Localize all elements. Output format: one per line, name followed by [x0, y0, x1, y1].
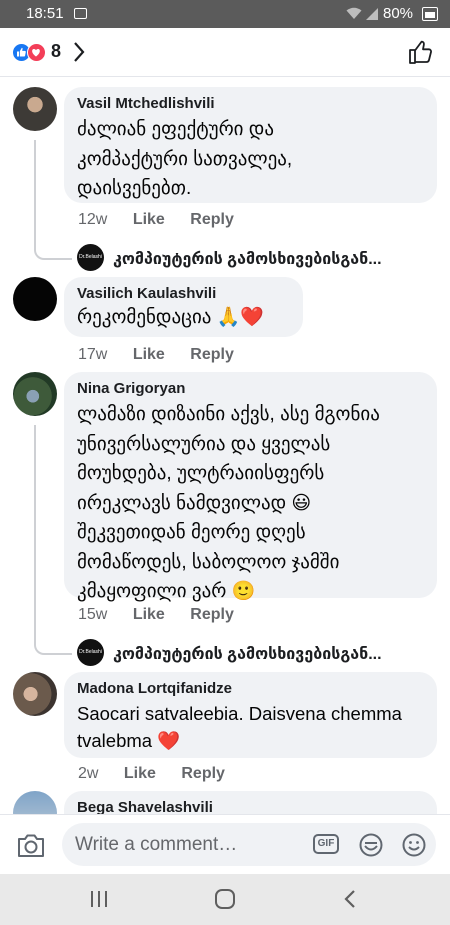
comment-bubble: Vasilich Kaulashvili რეკომენდაცია 🙏❤️	[64, 277, 303, 337]
comment-actions: 2w Like Reply	[78, 765, 246, 783]
gif-icon[interactable]: GIF	[313, 834, 339, 854]
like-button[interactable]: Like	[133, 211, 165, 228]
comment-age: 17w	[78, 346, 108, 363]
battery-icon	[422, 7, 438, 21]
wifi-icon	[346, 7, 362, 19]
comment-text: რეკომენდაცია 🙏❤️	[77, 303, 291, 333]
comment-actions: 17w Like Reply	[78, 346, 255, 364]
thread-line	[34, 425, 72, 655]
camera-icon[interactable]	[16, 833, 46, 859]
avatar[interactable]	[13, 672, 57, 716]
comment-line: მომაწოდეს, საბოლოო ჯამში	[77, 551, 340, 573]
page-reply-name[interactable]: კომპიუტერის გამოსხივებისგან...	[113, 644, 382, 664]
comment-actions: 12w Like Reply	[78, 211, 255, 229]
page-avatar[interactable]: Dr.Belashi	[77, 639, 104, 666]
comment-line: უნივერსალურია და ყველას	[77, 433, 331, 455]
avatar[interactable]	[13, 87, 57, 131]
comment-line: ირეკლავს ნამდვილად 😃	[77, 492, 312, 514]
like-button[interactable]: Like	[133, 606, 165, 623]
comment-text: Saocari satvaleebia. Daisvena chemma tva…	[77, 700, 425, 754]
avatar[interactable]	[13, 372, 57, 416]
love-reaction-icon	[27, 43, 46, 62]
recent-apps-icon[interactable]	[88, 889, 110, 909]
image-notification-icon	[74, 8, 87, 19]
emoji-icon[interactable]	[401, 832, 427, 858]
like-button[interactable]: Like	[124, 765, 156, 782]
comment-input[interactable]: Write a comment… GIF	[62, 823, 436, 866]
page-avatar[interactable]: Dr.Belashi	[77, 244, 104, 271]
reply-button[interactable]: Reply	[181, 765, 225, 782]
chevron-right-icon[interactable]	[72, 41, 86, 63]
comment-line: ლამაზი დიზაინი აქვს, ასე მგონია	[77, 404, 380, 425]
reaction-count[interactable]: 8	[51, 41, 61, 62]
back-icon[interactable]	[342, 889, 358, 909]
home-icon[interactable]	[214, 888, 236, 910]
like-thumb-icon[interactable]	[408, 39, 434, 65]
reply-button[interactable]: Reply	[190, 606, 234, 623]
like-button[interactable]: Like	[133, 346, 165, 363]
reply-button[interactable]: Reply	[190, 346, 234, 363]
comment-input-placeholder: Write a comment…	[75, 834, 238, 855]
comment-line: Saocari satvaleebia. Daisvena chemma	[77, 703, 402, 724]
comment-line: კმაყოფილი ვარ 🙂	[77, 581, 256, 602]
reactions-header: 8	[0, 28, 450, 77]
page-reply-name[interactable]: კომპიუტერის გამოსხივებისგან...	[113, 249, 382, 269]
comment-composer: Write a comment… GIF	[0, 814, 450, 875]
avatar[interactable]	[13, 277, 57, 321]
status-bar: 18:51 80%	[0, 0, 450, 28]
comment-line: დაისვენებთ.	[77, 178, 192, 199]
comment-line: კომპაქტური სათვალეა,	[77, 148, 293, 170]
comment-author[interactable]: Vasilich Kaulashvili	[77, 285, 291, 302]
status-time: 18:51	[26, 5, 64, 22]
battery-percent: 80%	[383, 5, 414, 22]
reply-button[interactable]: Reply	[190, 211, 234, 228]
comment-line: რეკომენდაცია 🙏❤️	[77, 307, 265, 328]
system-nav-bar	[0, 874, 450, 925]
comment-line: tvalebma ❤️	[77, 730, 181, 751]
comment-text: ძალიან ეფექტური და კომპაქტური სათვალეა, …	[77, 115, 425, 204]
comment-age: 12w	[78, 211, 108, 228]
signal-icon	[366, 8, 378, 20]
thread-line	[34, 140, 72, 260]
comment-line: მოუხდება, ულტრაიისფერს	[77, 463, 325, 484]
comment-age: 2w	[78, 765, 99, 782]
comment-bubble: Nina Grigoryan ლამაზი დიზაინი აქვს, ასე …	[64, 372, 437, 602]
comment-text: ლამაზი დიზაინი აქვს, ასე მგონია უნივერსა…	[77, 400, 425, 607]
comment-actions: 15w Like Reply	[78, 606, 255, 624]
comment-bubble: Vasil Mtchedlishvili ძალიან ეფექტური და …	[64, 87, 437, 203]
comment-age: 15w	[78, 606, 108, 623]
comment-author[interactable]: Nina Grigoryan	[77, 380, 425, 397]
comment-author[interactable]: Madona Lortqifanidze	[77, 680, 425, 697]
comment-line: ძალიან ეფექტური და	[77, 119, 274, 140]
comment-bubble: Madona Lortqifanidze Saocari satvaleebia…	[64, 672, 437, 758]
comment-line: შეკვეთიდან მეორე დღეს	[77, 522, 306, 543]
comment-author[interactable]: Vasil Mtchedlishvili	[77, 95, 425, 112]
sticker-icon[interactable]	[358, 832, 384, 858]
reaction-icons[interactable]	[12, 43, 52, 63]
